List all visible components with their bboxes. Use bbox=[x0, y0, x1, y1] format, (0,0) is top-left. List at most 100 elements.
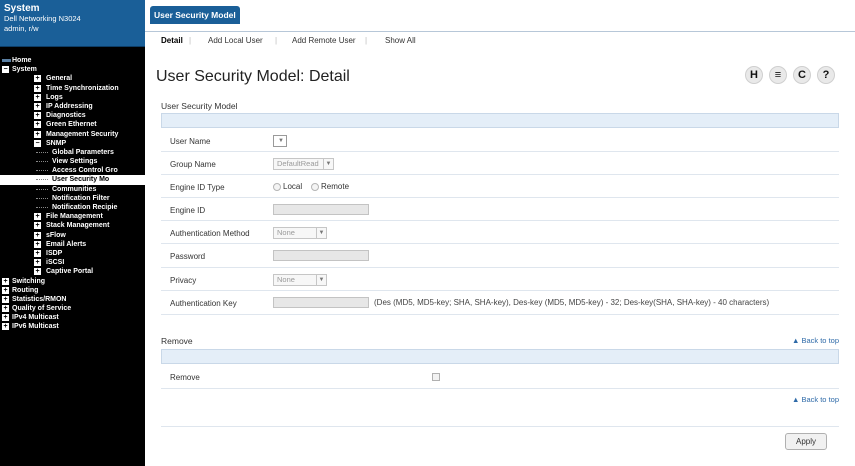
expand-icon[interactable]: + bbox=[2, 314, 9, 322]
expand-icon[interactable]: + bbox=[34, 231, 41, 239]
tree-item-label: User Security Mo bbox=[52, 176, 110, 184]
tree-item-routing[interactable]: + Routing bbox=[0, 286, 145, 295]
tree-item-ipv6-multicast[interactable]: + IPv6 Multicast bbox=[0, 322, 145, 331]
expand-icon[interactable]: + bbox=[34, 130, 41, 138]
save-icon[interactable]: H bbox=[745, 66, 763, 84]
tree-item-ip-addressing[interactable]: + IP Addressing bbox=[0, 102, 145, 111]
authentication-method-select[interactable]: None ▼ bbox=[273, 227, 327, 239]
device-header: System Dell Networking N3024 admin, r/w bbox=[0, 0, 145, 47]
expand-icon[interactable]: + bbox=[34, 93, 41, 101]
collapse-icon[interactable]: − bbox=[2, 66, 9, 74]
tree-item-view-settings[interactable]: View Settings bbox=[0, 157, 145, 166]
tree-item-general[interactable]: + General bbox=[0, 74, 145, 83]
refresh-icon[interactable]: C bbox=[793, 66, 811, 84]
subnav-show-all[interactable]: Show All bbox=[385, 35, 416, 47]
tree-item-captive-portal[interactable]: + Captive Portal bbox=[0, 267, 145, 276]
tree-item-label: SNMP bbox=[46, 139, 67, 147]
tree-item-notification-recipie[interactable]: Notification Recipie bbox=[0, 203, 145, 212]
tree-item-iscsi[interactable]: + iSCSI bbox=[0, 258, 145, 267]
tree-item-label: Global Parameters bbox=[52, 148, 114, 156]
group-name-value: DefaultRead bbox=[277, 159, 319, 168]
collapse-icon[interactable]: − bbox=[34, 139, 41, 147]
row-password: Password bbox=[161, 244, 839, 268]
tree-item-label: Communities bbox=[52, 185, 97, 193]
expand-icon[interactable]: + bbox=[34, 102, 41, 110]
expand-icon[interactable]: + bbox=[34, 84, 41, 92]
tree-item-global-parameters[interactable]: Global Parameters bbox=[0, 148, 145, 157]
engine-id-input[interactable] bbox=[273, 204, 369, 215]
tree-item-quality-of-service[interactable]: + Quality of Service bbox=[0, 304, 145, 313]
tree-item-statistics-rmon[interactable]: + Statistics/RMON bbox=[0, 295, 145, 304]
expand-icon[interactable]: + bbox=[2, 323, 9, 331]
help-icon[interactable]: ? bbox=[817, 66, 835, 84]
subnav-separator: | bbox=[189, 36, 192, 45]
expand-icon[interactable]: + bbox=[34, 112, 41, 120]
tab-user-security-model[interactable]: User Security Model bbox=[150, 6, 240, 24]
expand-icon[interactable]: + bbox=[34, 213, 41, 221]
expand-icon[interactable]: + bbox=[34, 222, 41, 230]
tree-item-diagnostics[interactable]: + Diagnostics bbox=[0, 111, 145, 120]
tree-item-label: Quality of Service bbox=[12, 305, 72, 313]
print-icon[interactable]: ≡ bbox=[769, 66, 787, 84]
tree-item-sflow[interactable]: + sFlow bbox=[0, 231, 145, 240]
tab-divider bbox=[145, 31, 855, 32]
expand-icon[interactable]: + bbox=[2, 277, 9, 285]
authentication-key-input[interactable] bbox=[273, 297, 369, 308]
tree-item-file-management[interactable]: + File Management bbox=[0, 212, 145, 221]
remove-checkbox[interactable] bbox=[432, 373, 440, 381]
tree-item-email-alerts[interactable]: + Email Alerts bbox=[0, 240, 145, 249]
engine-remote-radio[interactable]: Remote bbox=[311, 182, 349, 191]
expand-icon[interactable]: + bbox=[34, 249, 41, 257]
tree-item-label: File Management bbox=[46, 213, 103, 221]
tree-item-label: Email Alerts bbox=[46, 240, 87, 248]
tree-item-stack-management[interactable]: + Stack Management bbox=[0, 221, 145, 230]
subnav-separator: | bbox=[275, 36, 278, 45]
authentication-key-hint: (Des (MD5, MD5-key; SHA, SHA-key), Des-k… bbox=[374, 298, 770, 307]
row-engine-id: Engine ID bbox=[161, 198, 839, 221]
expand-icon[interactable]: + bbox=[2, 295, 9, 303]
tree-connector bbox=[36, 151, 48, 153]
tree-item-isdp[interactable]: + ISDP bbox=[0, 249, 145, 258]
tree-item-management-security[interactable]: + Management Security bbox=[0, 130, 145, 139]
back-to-top-link[interactable]: ▲ Back to top bbox=[792, 395, 839, 404]
tree-item-home[interactable]: Home bbox=[0, 56, 145, 65]
engine-local-label: Local bbox=[283, 182, 303, 191]
privacy-select[interactable]: None ▼ bbox=[273, 274, 327, 286]
system-label: System bbox=[4, 3, 40, 14]
back-to-top-link[interactable]: ▲ Back to top bbox=[792, 336, 839, 345]
tree-item-switching[interactable]: + Switching bbox=[0, 277, 145, 286]
authentication-method-label: Authentication Method bbox=[170, 229, 250, 238]
subnav-add-remote-user[interactable]: Add Remote User bbox=[292, 35, 356, 47]
tree-item-access-control-gro[interactable]: Access Control Gro bbox=[0, 166, 145, 175]
authentication-method-value: None bbox=[277, 228, 295, 237]
tree-connector bbox=[36, 197, 48, 199]
tree-item-ipv4-multicast[interactable]: + IPv4 Multicast bbox=[0, 313, 145, 322]
group-name-select[interactable]: DefaultRead ▼ bbox=[273, 158, 334, 170]
tree-item-communities[interactable]: Communities bbox=[0, 185, 145, 194]
tree-item-logs[interactable]: + Logs bbox=[0, 93, 145, 102]
row-group-name: Group Name DefaultRead ▼ bbox=[161, 152, 839, 175]
expand-icon[interactable]: + bbox=[34, 75, 41, 83]
subnav-detail[interactable]: Detail bbox=[161, 35, 183, 47]
tree-item-user-security-mo[interactable]: User Security Mo bbox=[0, 175, 145, 185]
tree-item-label: Diagnostics bbox=[46, 112, 86, 120]
tree-item-label: Management Security bbox=[46, 130, 119, 138]
engine-id-type-label: Engine ID Type bbox=[170, 183, 225, 192]
password-input[interactable] bbox=[273, 250, 369, 261]
expand-icon[interactable]: + bbox=[34, 240, 41, 248]
tree-item-system[interactable]: − System bbox=[0, 65, 145, 74]
apply-button[interactable]: Apply bbox=[785, 433, 827, 450]
tree-item-time-synchronization[interactable]: + Time Synchronization bbox=[0, 84, 145, 93]
subnav-add-local-user[interactable]: Add Local User bbox=[208, 35, 263, 47]
tree-item-snmp[interactable]: − SNMP bbox=[0, 139, 145, 148]
expand-icon[interactable]: + bbox=[34, 121, 41, 129]
expand-icon[interactable]: + bbox=[2, 305, 9, 313]
tree-item-label: Notification Recipie bbox=[52, 204, 118, 211]
user-name-select[interactable]: ▼ bbox=[273, 135, 287, 147]
expand-icon[interactable]: + bbox=[2, 286, 9, 294]
tree-item-green-ethernet[interactable]: + Green Ethernet bbox=[0, 120, 145, 129]
expand-icon[interactable]: + bbox=[34, 259, 41, 267]
expand-icon[interactable]: + bbox=[34, 268, 41, 276]
engine-local-radio[interactable]: Local bbox=[273, 182, 302, 191]
tree-item-notification-filter[interactable]: Notification Filter bbox=[0, 194, 145, 203]
